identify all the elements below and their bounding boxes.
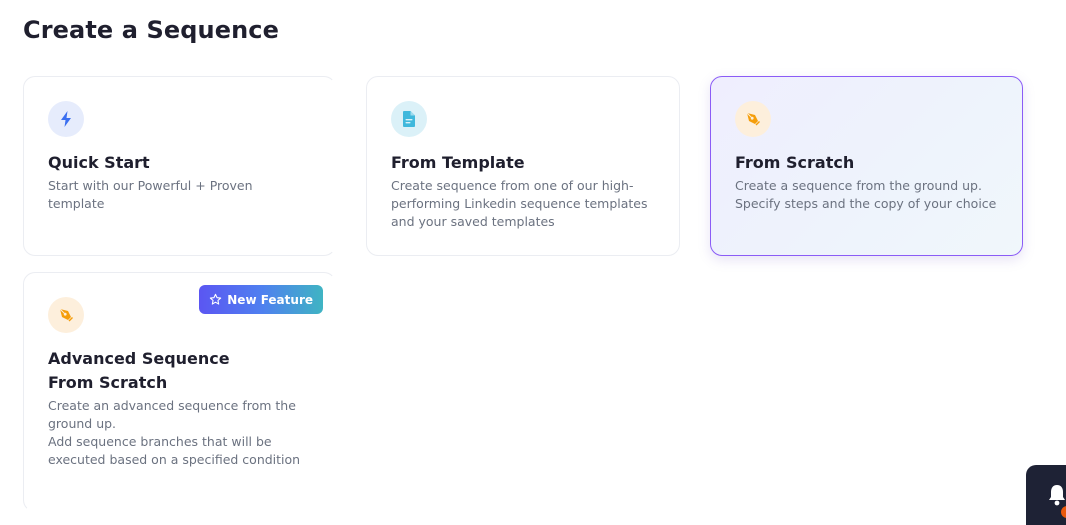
create-sequence-page: Create a Sequence Quick Start Start with…: [0, 0, 1066, 525]
description-line: Create an advanced sequence from the gro…: [48, 398, 296, 431]
quick-start-card[interactable]: Quick Start Start with our Powerful + Pr…: [23, 76, 336, 256]
pen-tool-icon: [735, 101, 771, 137]
new-feature-badge: New Feature: [199, 285, 323, 314]
document-icon: [391, 101, 427, 137]
pen-tool-icon: [48, 297, 84, 333]
card-title: Quick Start: [48, 153, 150, 172]
notification-badge: [1061, 506, 1066, 518]
from-scratch-card[interactable]: From Scratch Create a sequence from the …: [710, 76, 1023, 256]
advanced-sequence-card[interactable]: New Feature Advanced Sequence From Scrat…: [23, 272, 336, 512]
card-description: Create a sequence from the ground up. Sp…: [735, 178, 997, 211]
card-title: Advanced Sequence From Scratch: [48, 349, 230, 392]
card-description: Create sequence from one of our high-per…: [391, 178, 648, 229]
badge-label: New Feature: [227, 292, 313, 307]
card-title: From Scratch: [735, 153, 855, 172]
notification-button[interactable]: [1026, 465, 1066, 525]
star-icon: [210, 293, 222, 305]
card-description: Create an advanced sequence from the gro…: [48, 397, 311, 469]
lightning-icon: [48, 101, 84, 137]
card-description: Start with our Powerful + Proven templat…: [48, 178, 253, 211]
from-template-card[interactable]: From Template Create sequence from one o…: [366, 76, 680, 256]
page-title: Create a Sequence: [23, 16, 279, 44]
card-title: From Template: [391, 153, 525, 172]
bell-icon: [1049, 485, 1065, 506]
description-line: Add sequence branches that will be execu…: [48, 434, 301, 467]
